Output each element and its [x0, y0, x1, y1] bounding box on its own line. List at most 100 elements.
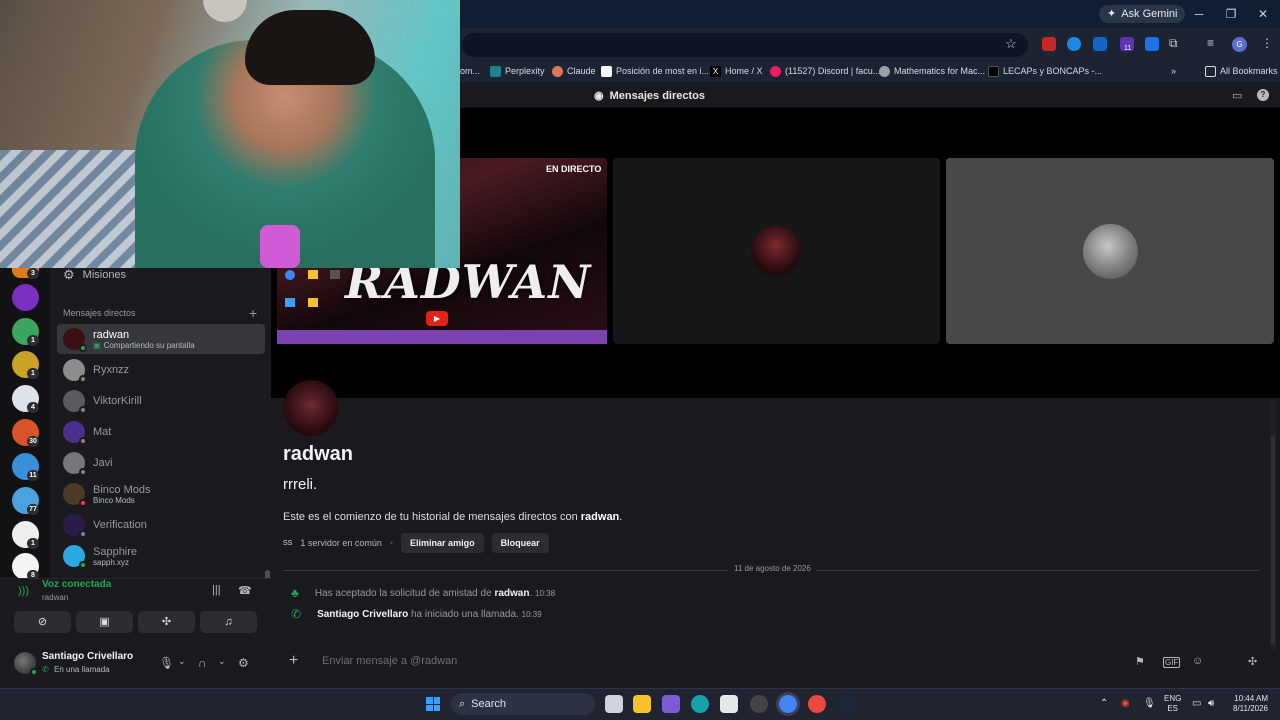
file-explorer-icon[interactable] [633, 695, 651, 713]
bookmarks-overflow-icon[interactable]: » [1171, 63, 1176, 79]
noise-suppression-icon[interactable]: ||| [212, 584, 221, 596]
status-dot [79, 499, 87, 507]
dm-item[interactable]: Mat [57, 417, 265, 447]
apps-icon[interactable]: ✣ [1248, 655, 1257, 668]
volume-icon[interactable]: 🔊︎ [1208, 698, 1214, 709]
language-indicator[interactable]: ENG ES [1164, 694, 1181, 714]
dm-item[interactable]: Verification [57, 510, 265, 540]
app-icon[interactable] [750, 695, 768, 713]
mutual-servers[interactable]: 1 servidor en común [300, 538, 382, 548]
message-input[interactable]: Enviar mensaje a @radwan [322, 655, 457, 667]
server-mention-badge: 11 [27, 470, 39, 481]
chrome-menu-icon[interactable]: ⋮ [1261, 36, 1273, 50]
extensions-puzzle-icon[interactable]: ⧉ [1169, 36, 1178, 51]
camera-off-button[interactable]: ⊘ [14, 611, 71, 633]
soundboard-button[interactable]: ♫ [200, 611, 257, 633]
dm-text: radwan ▣ Compartiendo su pantalla [93, 329, 195, 350]
voice-channel[interactable]: radwan [42, 593, 68, 602]
chrome-icon[interactable] [779, 695, 797, 713]
clock[interactable]: 10:44 AM 8/11/2026 [1226, 694, 1268, 714]
network-icon[interactable]: ▭ [1192, 698, 1201, 709]
bookmark-lecaps[interactable]: LECAPs y BONCAPs -... [988, 63, 1102, 79]
bookmark-most[interactable]: Posición de most en i... [601, 63, 709, 79]
remove-friend-button[interactable]: Eliminar amigo [401, 533, 484, 553]
missions-nav[interactable]: ⚙ Misiones [63, 267, 126, 283]
bookmark-claude[interactable]: Claude [552, 63, 596, 79]
windows-start-icon[interactable] [426, 697, 440, 711]
status-dot [79, 406, 87, 414]
server-mention-badge: 3 [27, 268, 39, 279]
system-message: ✆ Santiago Crivellaro ha iniciado una ll… [291, 607, 542, 621]
webcam-overlay [0, 0, 460, 268]
store-icon[interactable] [720, 695, 738, 713]
bookmark-discord[interactable]: (11527) Discord | facu... [770, 63, 880, 79]
edge-icon[interactable] [691, 695, 709, 713]
tray-microphone-icon[interactable]: 🎙︎ [1143, 698, 1156, 709]
bookmark-item[interactable]: om... [460, 63, 480, 79]
bookmark-mathematics[interactable]: Mathematics for Mac... [879, 63, 985, 79]
activities-button[interactable]: ✣ [138, 611, 195, 633]
ask-gemini-button[interactable]: ✦ Ask Gemini [1099, 5, 1186, 23]
bookmark-star-icon[interactable]: ☆ [1005, 36, 1017, 52]
bookmark-x[interactable]: X Home / X [710, 63, 763, 79]
share-screen-button[interactable]: ▣ [76, 611, 133, 633]
task-view-icon[interactable] [605, 695, 623, 713]
dm-subtitle: sapph.xyz [93, 558, 137, 567]
system-message: ♣ Has aceptado la solicitud de amistad d… [291, 586, 556, 600]
voice-status[interactable]: Voz conectada [42, 579, 111, 590]
server-mention-badge: 1 [27, 538, 39, 549]
dm-subtitle: Binco Mods [93, 496, 150, 505]
gif-icon[interactable]: GIF [1163, 657, 1181, 668]
dm-item[interactable]: radwan ▣ Compartiendo su pantalla [57, 324, 265, 354]
tray-overflow-icon[interactable]: ⌃ [1100, 698, 1108, 709]
extension-icon[interactable] [1145, 37, 1159, 51]
tray-app-icon[interactable]: ◉ [1121, 698, 1130, 709]
disconnect-icon[interactable]: ☎ [238, 584, 252, 597]
inbox-icon[interactable]: ▭ [1232, 89, 1242, 102]
close-icon[interactable]: ✕ [1255, 6, 1271, 22]
steam-icon[interactable] [837, 695, 855, 713]
minimize-icon[interactable]: ─ [1191, 6, 1207, 22]
all-bookmarks[interactable]: All Bookmarks [1205, 63, 1278, 79]
bookmark-perplexity[interactable]: Perplexity [490, 63, 545, 79]
address-bar[interactable] [462, 33, 1028, 57]
restore-icon[interactable]: ❐ [1223, 6, 1239, 22]
dm-item[interactable]: Binco Mods Binco Mods [57, 479, 265, 509]
youtube-play-icon: ▶ [426, 311, 448, 326]
block-button[interactable]: Bloquear [491, 533, 549, 553]
sticker-icon[interactable]: ☺ [1192, 655, 1203, 667]
dm-item[interactable]: Javi [57, 448, 265, 478]
add-dm-icon[interactable]: + [249, 305, 257, 321]
dm-item[interactable]: Sapphire sapph.xyz [57, 541, 265, 571]
status-dot [79, 530, 87, 538]
ms365-icon[interactable] [662, 695, 680, 713]
chevron-down-icon[interactable]: ⌄ [218, 656, 226, 667]
help-icon[interactable]: ? [1257, 89, 1269, 101]
status-dot [79, 437, 87, 445]
attach-plus-icon[interactable]: + [289, 652, 298, 670]
avatar [63, 390, 87, 414]
status-dot [30, 668, 38, 676]
chrome-alt-icon[interactable] [808, 695, 826, 713]
chat-scrollbar[interactable] [1271, 435, 1275, 645]
extension-icon[interactable] [1067, 37, 1081, 51]
extension-icon[interactable] [1093, 37, 1107, 51]
profile-avatar[interactable]: G [1232, 37, 1247, 52]
dm-intro-text: Este es el comienzo de tu historial de m… [283, 511, 623, 523]
dm-item[interactable]: Ryxnzz [57, 355, 265, 385]
reading-list-icon[interactable]: ≡ [1207, 36, 1214, 50]
taskbar-search[interactable]: ⌕ Search [451, 693, 595, 715]
headphones-icon[interactable]: ∩ [198, 656, 207, 670]
dm-name: Mat [93, 426, 112, 438]
user-name[interactable]: Santiago Crivellaro [42, 651, 133, 662]
extension-icon[interactable] [1042, 37, 1056, 51]
dm-item[interactable]: ViktorKirill [57, 386, 265, 416]
server-icon[interactable] [12, 284, 39, 311]
chevron-down-icon[interactable]: ⌄ [178, 656, 186, 667]
profile-avatar-large[interactable] [283, 380, 339, 436]
gift-icon[interactable]: ⚑ [1135, 655, 1145, 668]
dm-name: Ryxnzz [93, 364, 130, 376]
status-dot [79, 375, 87, 383]
microphone-icon[interactable]: 🎙︎ [159, 656, 174, 670]
settings-gear-icon[interactable]: ⚙ [238, 656, 249, 670]
